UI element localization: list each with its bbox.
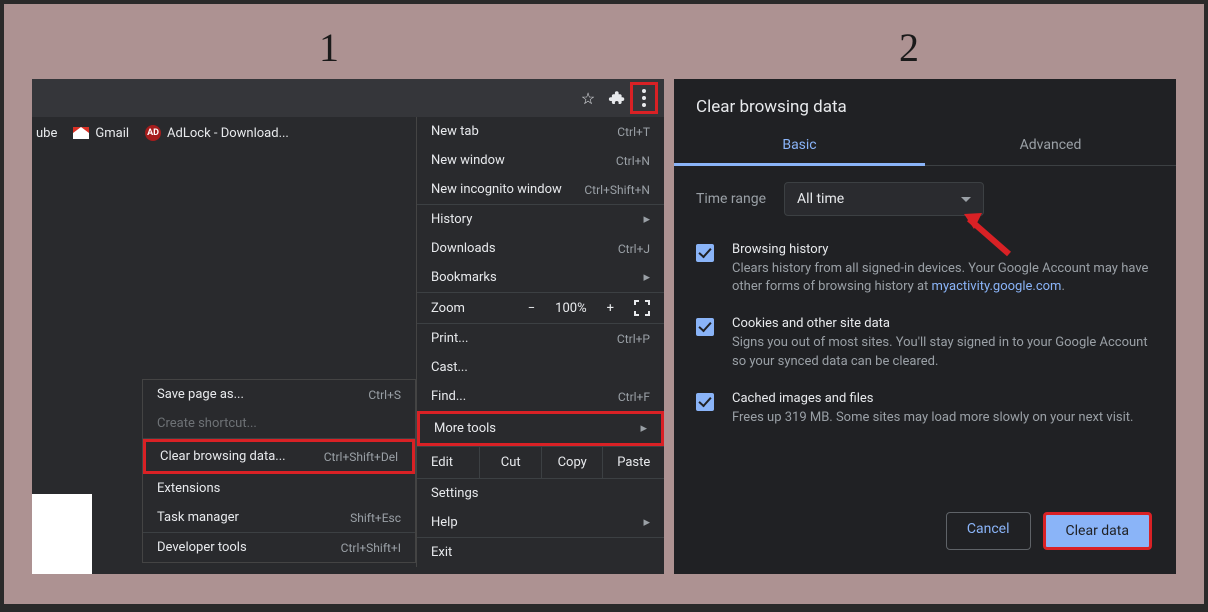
menu-copy[interactable]: Copy	[541, 447, 603, 478]
dialog-title: Clear browsing data	[674, 79, 1176, 127]
submenu-create-shortcut[interactable]: Create shortcut...	[143, 409, 415, 438]
menu-bookmarks[interactable]: Bookmarks▸	[417, 263, 664, 292]
clear-browsing-data-dialog: Clear browsing data Basic Advanced Time …	[674, 79, 1176, 574]
menu-new-tab[interactable]: New tabCtrl+T	[417, 117, 664, 146]
chevron-right-icon: ▸	[643, 515, 650, 530]
checkbox-cache[interactable]: Cached images and files Frees up 319 MB.…	[674, 381, 1176, 437]
bookmark-item-youtube[interactable]: ube	[36, 126, 57, 141]
gmail-icon	[73, 127, 89, 139]
overflow-menu-button[interactable]	[630, 84, 658, 112]
chevron-right-icon: ▸	[643, 270, 650, 285]
menu-more-tools[interactable]: More tools▸	[417, 411, 664, 446]
bookmark-star-icon[interactable]: ☆	[574, 84, 602, 112]
white-block	[32, 494, 92, 574]
submenu-developer-tools[interactable]: Developer toolsCtrl+Shift+I	[143, 533, 415, 562]
tutorial-frame: 1 2 ☆ ube Gmail AD AdLock -	[4, 4, 1204, 604]
checkbox-cookies[interactable]: Cookies and other site data Signs you ou…	[674, 306, 1176, 380]
dropdown-caret-icon	[961, 197, 971, 202]
step-label-2: 2	[899, 24, 919, 71]
submenu-task-manager[interactable]: Task managerShift+Esc	[143, 503, 415, 532]
menu-history[interactable]: History▸	[417, 205, 664, 234]
submenu-save-page[interactable]: Save page as...Ctrl+S	[143, 380, 415, 409]
dialog-tabs: Basic Advanced	[674, 127, 1176, 166]
menu-cut[interactable]: Cut	[479, 447, 541, 478]
chevron-right-icon: ▸	[640, 421, 647, 436]
tab-advanced[interactable]: Advanced	[925, 127, 1176, 166]
menu-settings[interactable]: Settings	[417, 479, 664, 508]
checkbox-icon[interactable]	[696, 244, 714, 262]
chrome-main-menu: New tabCtrl+T New windowCtrl+N New incog…	[416, 117, 664, 567]
zoom-value: 100%	[555, 301, 586, 316]
menu-new-incognito[interactable]: New incognito windowCtrl+Shift+N	[417, 175, 664, 204]
menu-downloads[interactable]: DownloadsCtrl+J	[417, 234, 664, 263]
browser-toolbar: ☆	[32, 79, 664, 117]
more-tools-submenu: Save page as...Ctrl+S Create shortcut...…	[142, 379, 416, 563]
menu-edit-group: Edit Cut Copy Paste	[417, 447, 664, 478]
checkbox-browsing-history[interactable]: Browsing history Clears history from all…	[674, 232, 1176, 306]
fullscreen-icon[interactable]	[634, 300, 650, 316]
bookmark-item-adlock[interactable]: AD AdLock - Download...	[145, 125, 289, 141]
myactivity-link[interactable]: myactivity.google.com	[932, 279, 1062, 294]
menu-cast[interactable]: Cast...	[417, 353, 664, 382]
google-logo-fragment: gle	[32, 377, 102, 477]
menu-paste[interactable]: Paste	[602, 447, 664, 478]
checkbox-icon[interactable]	[696, 318, 714, 336]
submenu-clear-browsing-data[interactable]: Clear browsing data...Ctrl+Shift+Del	[143, 439, 415, 474]
menu-print[interactable]: Print...Ctrl+P	[417, 324, 664, 353]
time-range-select[interactable]: All time	[784, 182, 984, 216]
menu-zoom: Zoom − 100% +	[417, 293, 664, 323]
clear-data-button[interactable]: Clear data	[1043, 512, 1152, 550]
submenu-extensions[interactable]: Extensions	[143, 474, 415, 503]
menu-help[interactable]: Help▸	[417, 508, 664, 537]
zoom-out-button[interactable]: −	[522, 301, 541, 316]
checkbox-icon[interactable]	[696, 393, 714, 411]
adlock-icon: AD	[145, 125, 161, 141]
step-label-1: 1	[319, 24, 339, 71]
bookmark-item-gmail[interactable]: Gmail	[73, 126, 129, 141]
annotation-arrow	[964, 209, 1014, 259]
extensions-puzzle-icon[interactable]	[602, 84, 630, 112]
tab-basic[interactable]: Basic	[674, 127, 925, 166]
zoom-in-button[interactable]: +	[601, 301, 620, 316]
menu-exit[interactable]: Exit	[417, 538, 664, 567]
chevron-right-icon: ▸	[643, 212, 650, 227]
menu-edit-label: Edit	[417, 447, 479, 478]
menu-new-window[interactable]: New windowCtrl+N	[417, 146, 664, 175]
time-range-label: Time range	[696, 191, 766, 207]
vertical-dots-icon	[642, 89, 646, 107]
chrome-window: ☆ ube Gmail AD AdLock - Download...	[32, 79, 664, 574]
menu-find[interactable]: Find...Ctrl+F	[417, 382, 664, 411]
cancel-button[interactable]: Cancel	[946, 512, 1031, 550]
